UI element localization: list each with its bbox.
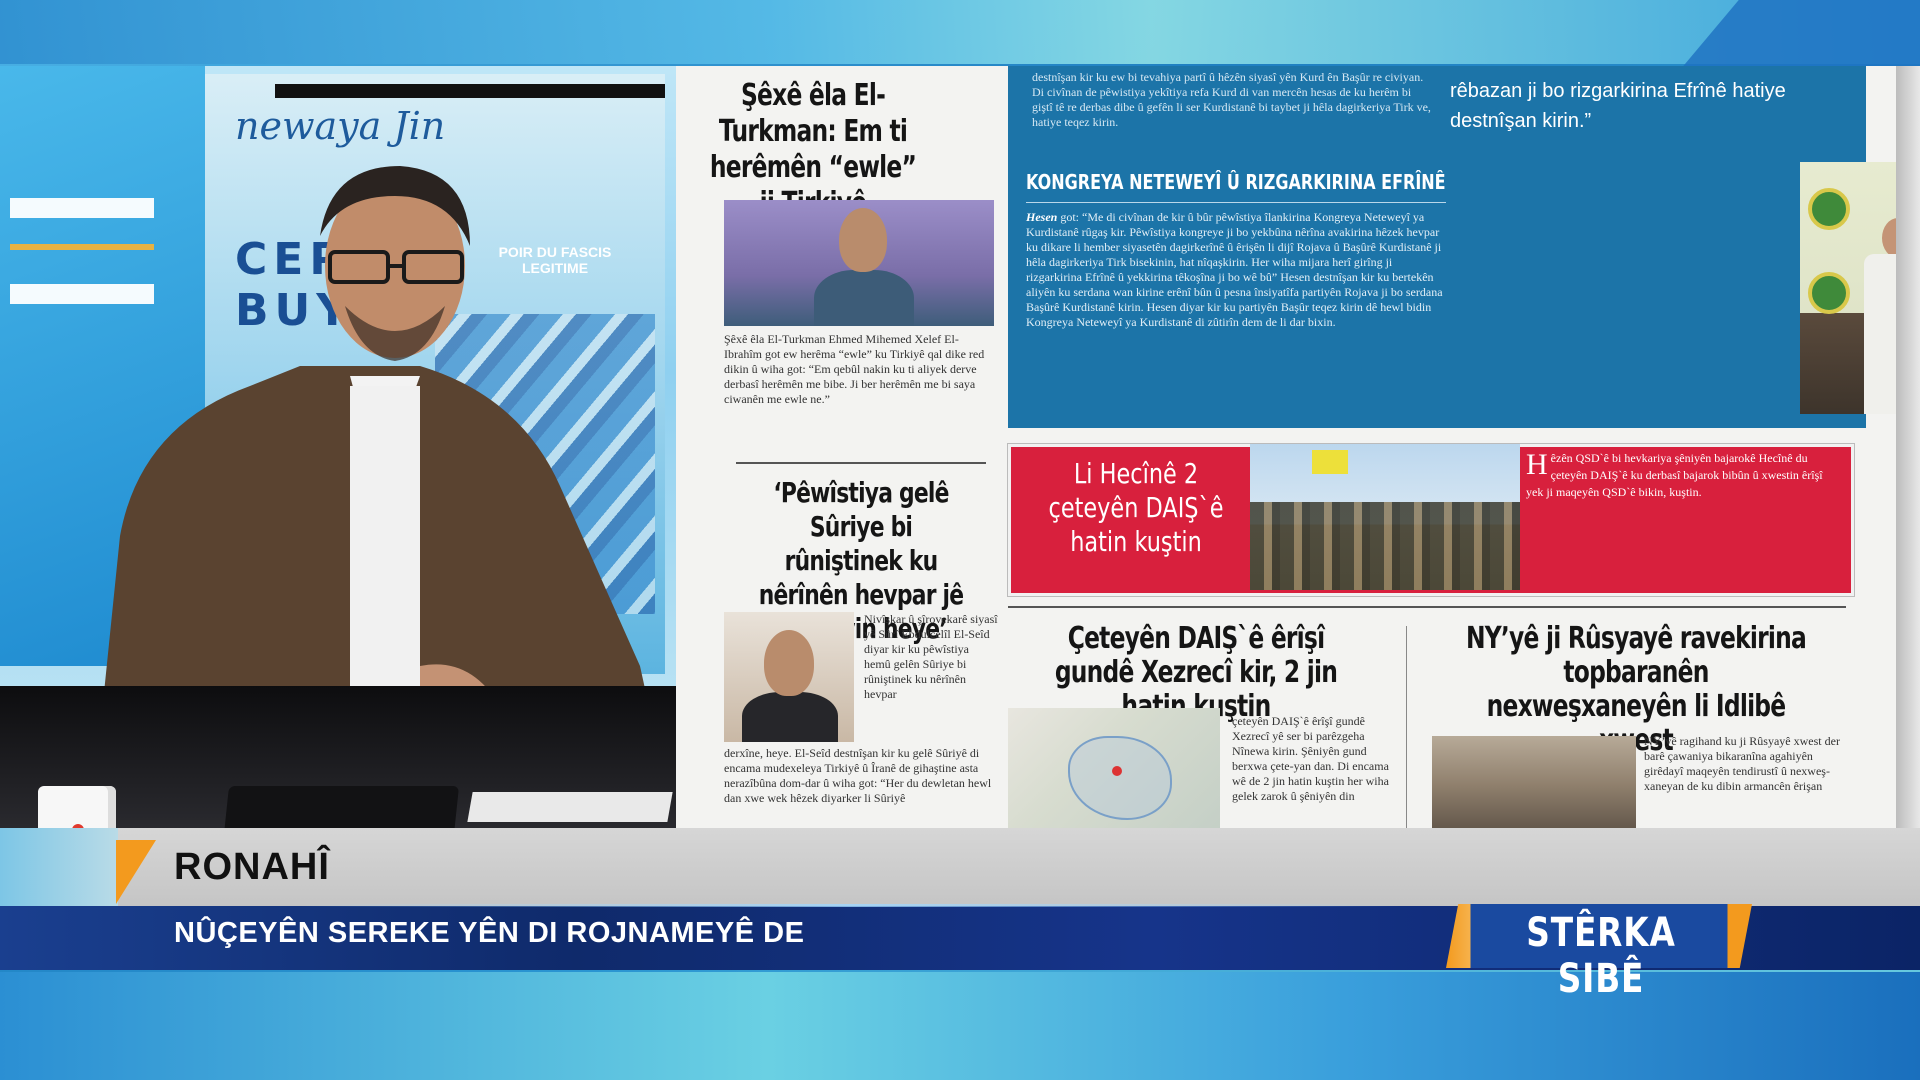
- photo-person-head: [839, 208, 887, 272]
- drop-cap: H: [1526, 448, 1548, 481]
- map-pin-icon: [1112, 766, 1122, 776]
- flag-emblem: [1808, 188, 1850, 230]
- red-banner-text: H êzên QSD`ê bi hevkariya şêniyên bajaro…: [1526, 450, 1836, 501]
- red-banner-headline: Li Hecînê 2 çeteyên DAIŞ`ê hatin kuştin: [1048, 457, 1224, 558]
- story1-caption: Şêxê êla El-Turkman Ehmed Mihemed Xelef …: [724, 332, 985, 406]
- lower-third-left-cap: [0, 828, 118, 906]
- newspaper-page: Şêxê êla El-Turkman: Em ti herêmên “ewle…: [676, 66, 1908, 830]
- press-conference-photo: [1800, 162, 1908, 414]
- flag-emblem: [1808, 272, 1850, 314]
- map-image: [1008, 708, 1220, 830]
- story1-photo: [724, 200, 994, 326]
- divider: [1026, 202, 1446, 203]
- blue-top-text: destnîşan kir ku ew bi tevahiya partî û …: [1032, 70, 1431, 129]
- story3-caption: çeteyên DAIŞ`ê êrîşî gundê Xezrecî yê se…: [1232, 714, 1389, 803]
- blue-body-lead: Hesen: [1026, 210, 1058, 224]
- story2-caption-side: Nivîskar û şîrovekarê siyasî yê Sûrî Ebd…: [864, 612, 998, 701]
- channel-name: RONAHÎ: [174, 846, 330, 888]
- fighters-photo: [1250, 444, 1520, 590]
- top-background-strip: [0, 0, 1920, 64]
- divider: [736, 462, 986, 464]
- blue-body-text: got: “Me di civînan de kir û bûr pêwîsti…: [1026, 210, 1443, 329]
- story2-photo: [724, 612, 854, 742]
- studio-camera-view: newaya Jin CEPE BUYU POIR DU FASCIS LEGI…: [0, 66, 676, 830]
- destroyed-building-photo: [1432, 736, 1636, 830]
- coffee-mug: [38, 786, 116, 830]
- lower-third-headline: NÛÇEYÊN SEREKE YÊN DI ROJNAMEYÊ DE: [174, 917, 805, 949]
- column-divider: [1406, 626, 1407, 830]
- blue-feature-title: KONGREYA NETEWEYÎ Û RIZGARKIRINA EFRÎNÊ: [1026, 170, 1446, 194]
- photo-person-body: [742, 692, 838, 742]
- desk-papers: [467, 792, 673, 822]
- blue-feature-body: Hesen got: “Me di civînan de kir û bûr p…: [1026, 210, 1446, 330]
- map-region: [1068, 736, 1172, 820]
- photo-person-head: [764, 630, 814, 696]
- red-banner-body: êzên QSD`ê bi hevkariya şêniyên bajarokê…: [1526, 451, 1823, 499]
- divider: [1008, 606, 1846, 608]
- headline-bar-glow: [300, 904, 1400, 907]
- story2-caption-bottom: derxîne, heye. El-Seîd destnîşan kir ku …: [724, 746, 992, 805]
- story4-caption: NY’yê ragihand ku ji Rûsyayê xwest der b…: [1644, 734, 1840, 793]
- tablet: [218, 786, 460, 830]
- page-edge: [1896, 66, 1920, 830]
- show-name: STÊRKA SIBÊ: [1526, 910, 1676, 1002]
- photo-person-body: [814, 270, 914, 326]
- lower-third-channel-bar: [118, 828, 1920, 906]
- fighters-group: [1250, 502, 1520, 590]
- yellow-flag: [1312, 450, 1348, 474]
- blue-quote: rêbazan ji bo rizgarkirina Efrînê hatiye…: [1450, 80, 1786, 132]
